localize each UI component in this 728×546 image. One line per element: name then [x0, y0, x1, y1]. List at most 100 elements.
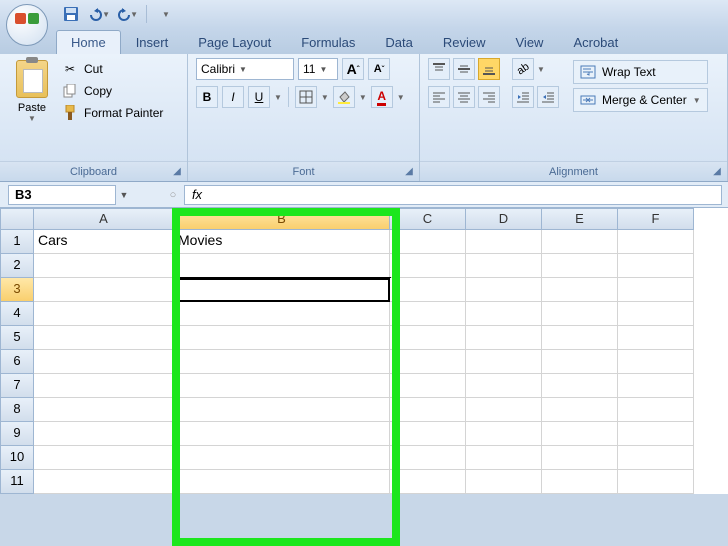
decrease-indent-button[interactable] [512, 86, 534, 108]
col-header-b[interactable]: B [174, 208, 390, 230]
paste-button[interactable]: Paste ▼ [8, 58, 56, 157]
cell[interactable] [618, 422, 694, 446]
dropdown-icon[interactable]: ▼ [274, 93, 282, 102]
align-right-button[interactable] [478, 86, 500, 108]
cell[interactable] [174, 350, 390, 374]
cell[interactable] [542, 302, 618, 326]
col-header-a[interactable]: A [34, 208, 174, 230]
col-header-c[interactable]: C [390, 208, 466, 230]
grow-font-button[interactable]: Aˆ [342, 58, 364, 80]
redo-button[interactable]: ▼ [116, 4, 138, 24]
cell[interactable] [542, 470, 618, 494]
cell[interactable] [542, 374, 618, 398]
cell[interactable] [618, 398, 694, 422]
cell[interactable] [174, 446, 390, 470]
tab-view[interactable]: View [501, 30, 559, 54]
cell[interactable] [618, 326, 694, 350]
cell[interactable] [34, 446, 174, 470]
cell[interactable] [174, 254, 390, 278]
cell[interactable] [174, 278, 390, 302]
italic-button[interactable]: I [222, 86, 244, 108]
cell[interactable] [34, 302, 174, 326]
font-name-combo[interactable]: Calibri▼ [196, 58, 294, 80]
cell[interactable] [466, 374, 542, 398]
clipboard-launcher[interactable]: ◢ [170, 165, 184, 179]
cell[interactable] [618, 470, 694, 494]
cell[interactable] [390, 470, 466, 494]
merge-center-button[interactable]: Merge & Center ▼ [573, 88, 708, 112]
cell[interactable] [34, 326, 174, 350]
cell[interactable] [466, 278, 542, 302]
cell[interactable] [466, 230, 542, 254]
align-left-button[interactable] [428, 86, 450, 108]
shrink-font-button[interactable]: Aˇ [368, 58, 390, 80]
select-all-corner[interactable] [0, 208, 34, 230]
cell[interactable] [618, 230, 694, 254]
cell[interactable] [390, 350, 466, 374]
dropdown-icon[interactable]: ▼ [321, 93, 329, 102]
cell[interactable] [390, 254, 466, 278]
cell[interactable]: Movies [174, 230, 390, 254]
font-launcher[interactable]: ◢ [402, 165, 416, 179]
align-bottom-button[interactable] [478, 58, 500, 80]
cell[interactable] [174, 470, 390, 494]
row-header[interactable]: 9 [0, 422, 34, 446]
align-center-button[interactable] [453, 86, 475, 108]
cell[interactable] [34, 254, 174, 278]
font-size-combo[interactable]: 11▼ [298, 58, 338, 80]
formula-input-area[interactable]: fx [184, 185, 722, 205]
row-header[interactable]: 1 [0, 230, 34, 254]
cell[interactable] [542, 326, 618, 350]
row-header[interactable]: 8 [0, 398, 34, 422]
cell[interactable] [466, 254, 542, 278]
col-header-f[interactable]: F [618, 208, 694, 230]
cell[interactable] [34, 422, 174, 446]
cell[interactable] [542, 350, 618, 374]
cell[interactable] [174, 422, 390, 446]
cell[interactable] [34, 278, 174, 302]
cell[interactable] [618, 446, 694, 470]
format-painter-button[interactable]: Format Painter [60, 104, 165, 122]
cell[interactable]: Cars [34, 230, 174, 254]
cell[interactable] [466, 350, 542, 374]
cell[interactable] [466, 422, 542, 446]
tab-insert[interactable]: Insert [121, 30, 184, 54]
cell[interactable] [174, 302, 390, 326]
row-header[interactable]: 5 [0, 326, 34, 350]
row-header[interactable]: 4 [0, 302, 34, 326]
row-header[interactable]: 7 [0, 374, 34, 398]
cell[interactable] [542, 278, 618, 302]
tab-formulas[interactable]: Formulas [286, 30, 370, 54]
copy-button[interactable]: Copy [60, 82, 165, 100]
cell[interactable] [34, 398, 174, 422]
cell[interactable] [542, 398, 618, 422]
underline-button[interactable]: U [248, 86, 270, 108]
cell[interactable] [34, 350, 174, 374]
cell[interactable] [390, 302, 466, 326]
row-header[interactable]: 3 [0, 278, 34, 302]
row-header[interactable]: 10 [0, 446, 34, 470]
cell[interactable] [466, 446, 542, 470]
office-button[interactable] [6, 4, 48, 46]
fx-button[interactable]: fx [185, 187, 209, 202]
name-box[interactable]: B3 [8, 185, 116, 205]
cell[interactable] [390, 422, 466, 446]
tab-page-layout[interactable]: Page Layout [183, 30, 286, 54]
save-button[interactable] [60, 4, 82, 24]
fill-color-button[interactable] [333, 86, 355, 108]
cell[interactable] [390, 278, 466, 302]
cell[interactable] [618, 374, 694, 398]
cell[interactable] [466, 302, 542, 326]
cell[interactable] [174, 326, 390, 350]
dropdown-icon[interactable]: ▼ [359, 93, 367, 102]
row-header[interactable]: 6 [0, 350, 34, 374]
cell[interactable] [390, 230, 466, 254]
cell[interactable] [618, 278, 694, 302]
undo-button[interactable]: ▼ [88, 4, 110, 24]
dropdown-icon[interactable]: ▼ [397, 93, 405, 102]
row-header[interactable]: 11 [0, 470, 34, 494]
cell[interactable] [618, 350, 694, 374]
cell[interactable] [34, 374, 174, 398]
tab-home[interactable]: Home [56, 30, 121, 54]
borders-button[interactable] [295, 86, 317, 108]
